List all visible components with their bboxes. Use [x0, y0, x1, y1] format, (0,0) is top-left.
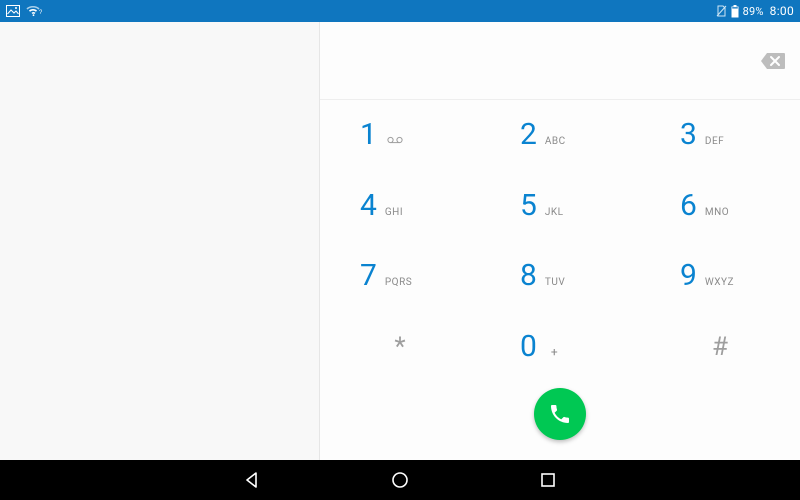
key-1[interactable]: 1 — [320, 100, 480, 171]
digit-label: 7 — [360, 261, 377, 291]
key-9[interactable]: 9 WXYZ — [640, 241, 800, 312]
key-2[interactable]: 2 ABC — [480, 100, 640, 171]
digit-letters: GHI — [385, 207, 403, 218]
digit-letters: ABC — [545, 136, 566, 147]
digit-letters: PQRS — [385, 277, 412, 288]
digit-label: 3 — [680, 120, 697, 150]
screen: ? 89% 8:00 — [0, 0, 800, 500]
digit-label: 6 — [680, 191, 697, 221]
wifi-question-icon: ? — [26, 5, 42, 17]
dialpad-grid: 1 2 ABC 3 DEF 4 GHI 5 — [320, 100, 800, 382]
digit-label: # — [712, 334, 728, 360]
digit-letters: WXYZ — [705, 277, 734, 288]
key-4[interactable]: 4 GHI — [320, 171, 480, 242]
digit-label: 0 — [520, 332, 537, 362]
backspace-button[interactable] — [758, 50, 788, 72]
nav-recent-button[interactable] — [534, 466, 562, 494]
no-sim-icon — [716, 5, 727, 17]
status-right: 89% 8:00 — [716, 4, 794, 18]
digit-label: 2 — [520, 120, 537, 150]
status-left: ? — [6, 5, 42, 17]
key-hash[interactable]: # — [640, 312, 800, 383]
status-clock: 8:00 — [770, 4, 794, 18]
call-row — [320, 382, 800, 460]
main: 1 2 ABC 3 DEF 4 GHI 5 — [0, 22, 800, 460]
call-button[interactable] — [534, 388, 586, 440]
digit-letters: + — [551, 345, 558, 359]
contacts-pane — [0, 22, 320, 460]
digit-label: 4 — [360, 191, 377, 221]
nav-bar — [0, 460, 800, 500]
battery-percent: 89% — [743, 5, 764, 18]
key-8[interactable]: 8 TUV — [480, 241, 640, 312]
digit-letters: JKL — [545, 207, 564, 218]
voicemail-icon — [387, 136, 403, 144]
key-3[interactable]: 3 DEF — [640, 100, 800, 171]
battery-icon — [731, 5, 739, 18]
key-star[interactable]: * — [320, 312, 480, 383]
digit-letters: TUV — [545, 277, 565, 288]
digit-letters: DEF — [705, 136, 724, 147]
dialed-number-display — [320, 22, 800, 100]
dialer-pane: 1 2 ABC 3 DEF 4 GHI 5 — [320, 22, 800, 460]
digit-label: 8 — [520, 261, 537, 291]
digit-label: 1 — [360, 120, 377, 150]
key-5[interactable]: 5 JKL — [480, 171, 640, 242]
nav-home-button[interactable] — [386, 466, 414, 494]
phone-icon — [548, 402, 572, 426]
nav-back-button[interactable] — [238, 466, 266, 494]
digit-label: 9 — [680, 261, 697, 291]
status-bar: ? 89% 8:00 — [0, 0, 800, 22]
digit-label: 5 — [520, 191, 537, 221]
digit-letters: MNO — [705, 207, 729, 218]
image-icon — [6, 5, 20, 17]
key-7[interactable]: 7 PQRS — [320, 241, 480, 312]
svg-text:?: ? — [39, 10, 42, 16]
digit-label: * — [394, 334, 405, 360]
key-6[interactable]: 6 MNO — [640, 171, 800, 242]
key-0[interactable]: 0 + — [480, 312, 640, 383]
